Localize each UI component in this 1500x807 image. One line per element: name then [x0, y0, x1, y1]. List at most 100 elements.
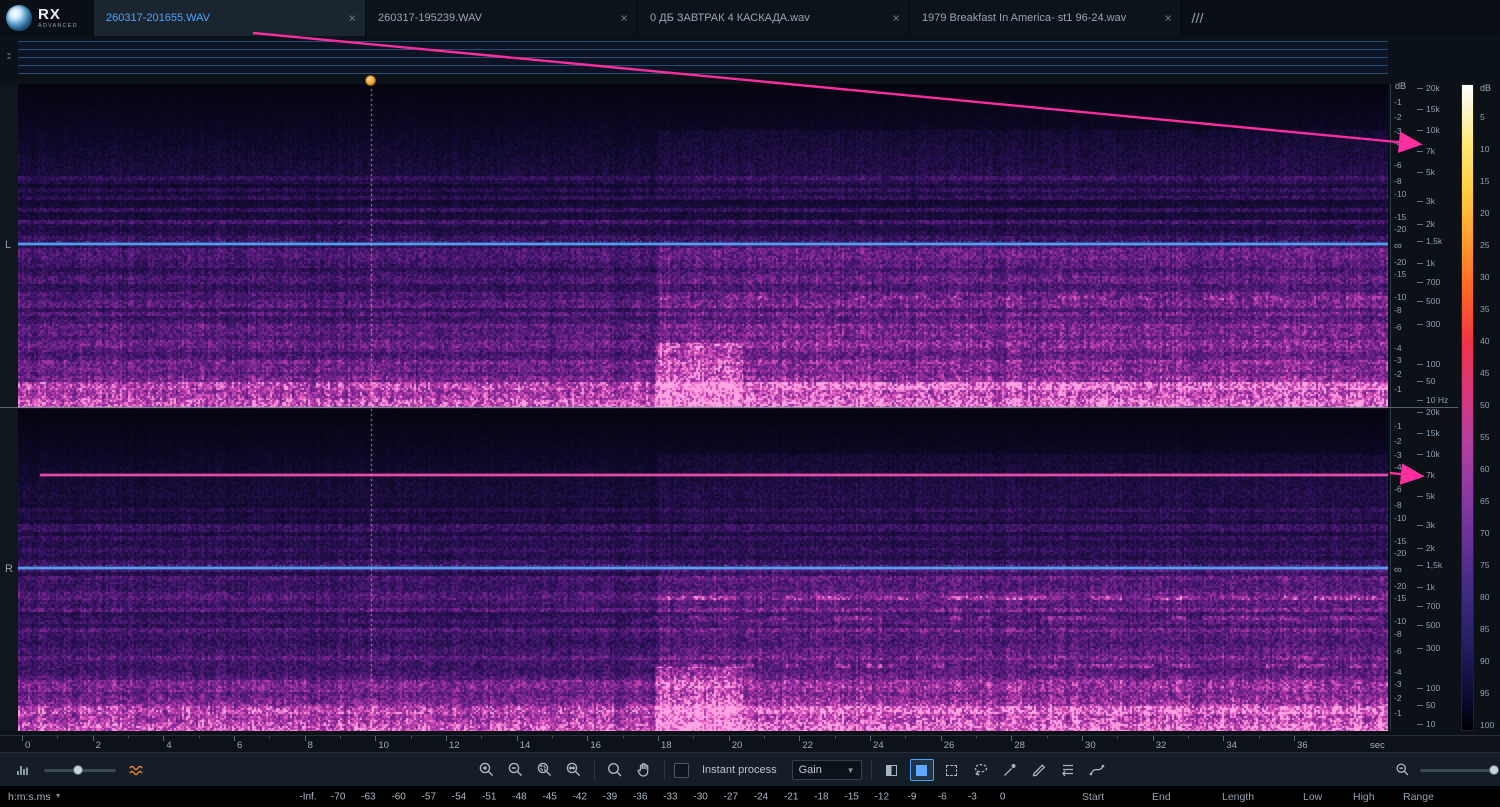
brush-selection-icon[interactable] [1028, 760, 1050, 780]
amp-db-label: -6 [1394, 646, 1402, 656]
status-field-label: End [1152, 791, 1171, 803]
legend-db-label: 100 [1480, 720, 1494, 730]
tab-close-icon[interactable]: × [892, 11, 900, 26]
ruler-minor-tick [835, 736, 836, 739]
tick-mark [1417, 548, 1423, 549]
legend-db-label: 45 [1480, 368, 1489, 378]
frequency-selection-tool[interactable] [941, 760, 963, 780]
amplitude-scale: -1-2-3-4-6-8-10-15-20∞-20-15-10-8-6-4-3-… [1390, 408, 1416, 731]
spectrogram-color-scale[interactable] [1461, 84, 1474, 731]
tab-close-icon[interactable]: × [348, 11, 356, 26]
overview-row[interactable] [18, 49, 1388, 57]
freq-label-text: 3k [1426, 196, 1435, 206]
freq-label: 7k [1417, 146, 1435, 156]
tick-mark [1417, 88, 1423, 89]
tab-label: 1979 Breakfast In America- st1 96-24.wav [922, 12, 1155, 24]
spectrogram-legend: dB 5101520253035404550556065707580859095… [1458, 84, 1500, 731]
meter-db-label: -63 [361, 791, 375, 802]
zoom-out-small-icon[interactable] [1392, 760, 1414, 780]
legend-db-label: 10 [1480, 144, 1489, 154]
legend-db-label: 95 [1480, 688, 1489, 698]
file-tab[interactable]: 260317-195239.WAV × [366, 0, 638, 36]
channel-divider[interactable] [0, 407, 1458, 408]
freq-label-text: 500 [1426, 296, 1440, 306]
chevron-down-icon: ▼ [847, 766, 855, 775]
freq-label-text: 10k [1426, 125, 1440, 135]
process-select-value: Gain [799, 764, 822, 776]
process-select[interactable]: Gain ▼ [792, 760, 862, 780]
file-tab[interactable]: 0 ДБ ЗАВТРАК 4 КАСКАДА.wav× [638, 0, 910, 36]
time-format-value: h:m:s.ms [8, 791, 51, 803]
ruler-minor-tick [623, 736, 624, 739]
amp-db-label: -10 [1394, 292, 1406, 302]
tick-mark [1417, 364, 1423, 365]
ruler-tick [1294, 736, 1295, 741]
harmonic-selection-icon[interactable] [1057, 760, 1079, 780]
amp-db-label: -4 [1394, 343, 1402, 353]
draw-curve-icon[interactable] [1086, 760, 1108, 780]
zoom-slider-knob[interactable] [1489, 765, 1499, 775]
magic-wand-icon[interactable] [999, 760, 1021, 780]
freq-label-text: 500 [1426, 620, 1440, 630]
channel-label-left: L [5, 239, 11, 251]
blend-slider-knob[interactable] [73, 765, 83, 775]
spectrogram-settings-icon[interactable] [126, 760, 148, 780]
file-tabs: 260317-201655.WAV×260317-195239.WAV×0 ДБ… [94, 0, 1182, 36]
file-tab[interactable]: 260317-201655.WAV× [94, 0, 366, 36]
freq-label-text: 10 Hz [1426, 395, 1448, 405]
freq-label: 20k [1417, 83, 1440, 93]
amp-db-label: -4 [1394, 667, 1402, 677]
ruler-tick [729, 736, 730, 741]
meter-db-label: -6 [938, 791, 947, 802]
display-blend-group [12, 753, 148, 787]
ruler-tick [870, 736, 871, 741]
ruler-label: 6 [237, 740, 242, 751]
lasso-selection-icon[interactable] [970, 760, 992, 780]
overview-strip[interactable]: ⌄ ⌃ [0, 36, 1500, 76]
tab-close-icon[interactable]: × [1164, 11, 1172, 26]
zoom-slider[interactable] [1420, 769, 1498, 772]
freq-label: 2k [1417, 219, 1435, 229]
legend-db-label: 70 [1480, 528, 1489, 538]
amp-db-label: -2 [1394, 693, 1402, 703]
collapse-overview-icon[interactable]: ⌄ ⌃ [1, 41, 17, 71]
overview-row[interactable] [18, 41, 1388, 49]
tab-overflow-icon[interactable] [1182, 0, 1214, 36]
logo-subtitle: ADVANCED [38, 24, 78, 30]
zoom-out-icon[interactable] [505, 760, 527, 780]
ruler-minor-tick [1117, 736, 1118, 739]
zoom-selection-icon[interactable] [534, 760, 556, 780]
zoom-reset-icon[interactable] [563, 760, 585, 780]
ruler-minor-tick [976, 736, 977, 739]
ruler-tick [93, 736, 94, 741]
legend-db-label: 60 [1480, 464, 1489, 474]
meter-db-label: -24 [754, 791, 768, 802]
magnify-tool-icon[interactable] [604, 760, 626, 780]
time-selection-tool[interactable] [881, 760, 903, 780]
freq-label: 10 [1417, 719, 1435, 729]
overview-row[interactable] [18, 65, 1388, 74]
tab-close-icon[interactable]: × [620, 11, 628, 26]
zoom-in-icon[interactable] [476, 760, 498, 780]
ruler-label: 4 [166, 740, 171, 751]
freq-label: 2k [1417, 543, 1435, 553]
instant-process-checkbox[interactable] [674, 763, 689, 778]
waveform-spectrogram-blend-icon[interactable] [12, 760, 34, 780]
time-format-selector[interactable]: h:m:s.ms ▼ [8, 786, 62, 807]
tick-mark [1417, 130, 1423, 131]
time-ruler[interactable]: 024681012141618202224262830323436sec [0, 735, 1500, 753]
overview-row[interactable] [18, 57, 1388, 65]
playhead-marker[interactable] [365, 75, 376, 86]
amp-db-label: -2 [1394, 436, 1402, 446]
hand-tool-icon[interactable] [633, 760, 655, 780]
tab-label: 260317-195239.WAV [378, 12, 611, 24]
file-tab[interactable]: 1979 Breakfast In America- st1 96-24.wav… [910, 0, 1182, 36]
ruler-tick [1011, 736, 1012, 741]
freq-label: 700 [1417, 601, 1440, 611]
freq-label: 300 [1417, 643, 1440, 653]
frequency-scale: 20k15k10k7k5k3k2k1,5k1k7005003001005010 [1417, 408, 1459, 731]
blend-slider[interactable] [44, 769, 116, 772]
time-frequency-selection-tool[interactable] [910, 759, 934, 781]
legend-db-label: 40 [1480, 336, 1489, 346]
meter-db-label: -70 [331, 791, 345, 802]
